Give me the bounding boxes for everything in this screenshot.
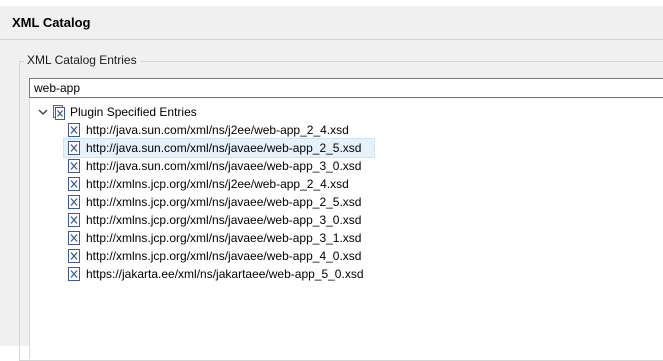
filter-input[interactable] <box>29 78 663 98</box>
tree-item-label: http://xmlns.jcp.org/xml/ns/javaee/web-a… <box>86 195 362 209</box>
tree-item-label: http://xmlns.jcp.org/xml/ns/javaee/web-a… <box>86 231 362 245</box>
tree-item[interactable]: http://java.sun.com/xml/ns/j2ee/web-app_… <box>64 121 374 139</box>
xsd-file-icon <box>68 159 80 173</box>
tree-item-label: http://java.sun.com/xml/ns/javaee/web-ap… <box>86 159 362 173</box>
tree-item[interactable]: http://java.sun.com/xml/ns/javaee/web-ap… <box>63 138 375 158</box>
content-area: XML Catalog Entries Plugin Specified Ent… <box>0 40 663 361</box>
xsd-file-icon <box>68 213 80 227</box>
xsd-file-icon <box>68 123 80 137</box>
xsd-file-icon <box>68 177 80 191</box>
chevron-down-icon[interactable] <box>37 106 49 118</box>
tree-item[interactable]: http://xmlns.jcp.org/xml/ns/javaee/web-a… <box>64 193 374 211</box>
tree-item[interactable]: http://xmlns.jcp.org/xml/ns/javaee/web-a… <box>64 229 374 247</box>
tree-item[interactable]: https://jakarta.ee/xml/ns/jakartaee/web-… <box>64 265 374 283</box>
tree-node-label: Plugin Specified Entries <box>70 105 197 119</box>
title-bar: XML Catalog <box>0 6 663 40</box>
xsd-file-icon <box>68 267 80 281</box>
xsd-file-icon <box>68 231 80 245</box>
tree-item-label: http://java.sun.com/xml/ns/j2ee/web-app_… <box>86 123 349 137</box>
tree-item[interactable]: http://java.sun.com/xml/ns/javaee/web-ap… <box>64 157 374 175</box>
group-label: XML Catalog Entries <box>24 52 140 68</box>
xsd-file-icon <box>68 195 80 209</box>
xsd-file-icon <box>68 141 80 155</box>
tree-item-label: http://java.sun.com/xml/ns/javaee/web-ap… <box>86 141 362 155</box>
xml-catalog-icon <box>53 105 65 120</box>
tree-item-label: http://xmlns.jcp.org/xml/ns/javaee/web-a… <box>86 249 362 263</box>
tree-item[interactable]: http://xmlns.jcp.org/xml/ns/javaee/web-a… <box>64 247 374 265</box>
catalog-tree[interactable]: Plugin Specified Entries http://java.sun… <box>29 99 663 359</box>
tree-item-label: http://xmlns.jcp.org/xml/ns/javaee/web-a… <box>86 213 362 227</box>
xsd-file-icon <box>68 249 80 263</box>
tree-item-label: http://xmlns.jcp.org/xml/ns/j2ee/web-app… <box>86 177 349 191</box>
page-title: XML Catalog <box>12 15 91 30</box>
tree-item-label: https://jakarta.ee/xml/ns/jakartaee/web-… <box>86 267 364 281</box>
tree-item[interactable]: http://xmlns.jcp.org/xml/ns/j2ee/web-app… <box>64 175 374 193</box>
tree-item[interactable]: http://xmlns.jcp.org/xml/ns/javaee/web-a… <box>64 211 374 229</box>
